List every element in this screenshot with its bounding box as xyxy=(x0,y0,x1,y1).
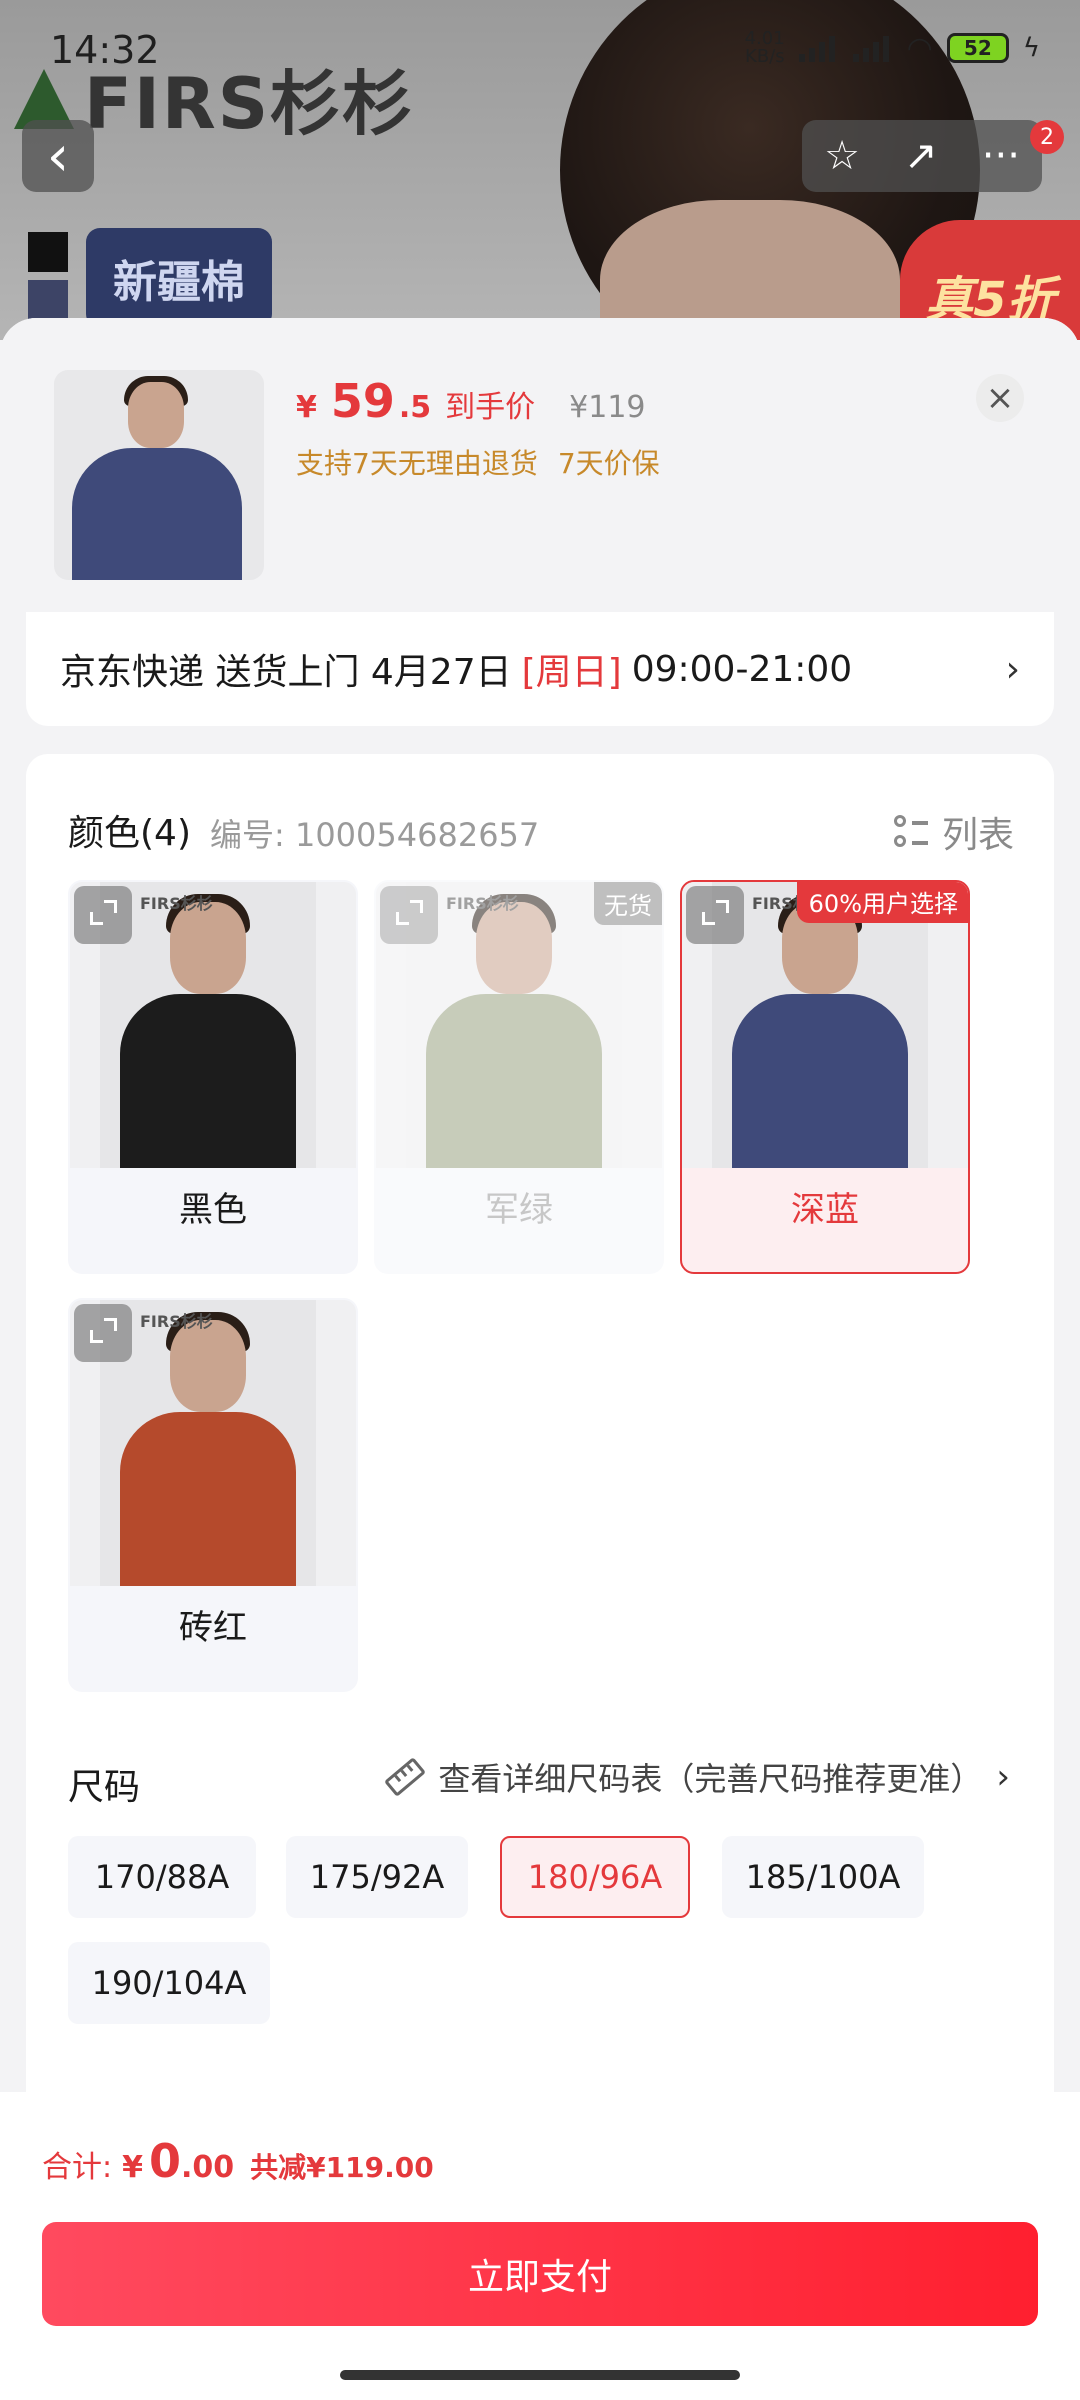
signal-icon xyxy=(852,34,893,62)
material-tag: 新疆棉 xyxy=(86,228,272,328)
battery-icon: 52 xyxy=(946,33,1009,63)
total-currency: ¥ xyxy=(122,2150,143,2185)
expand-icon[interactable] xyxy=(686,886,744,944)
total-summary: 合计: ¥ 0 .00 共减¥119.00 xyxy=(42,2134,434,2188)
sheet-header: ¥ 59 .5 到手价 ¥119 支持7天无理由退货 7天价保 × xyxy=(0,318,1080,618)
pay-now-button[interactable]: 立即支付 xyxy=(42,2222,1038,2326)
out-of-stock-badge: 无货 xyxy=(594,882,662,925)
wifi-icon: ◠ xyxy=(906,30,933,66)
share-icon[interactable]: ↗ xyxy=(904,133,938,179)
expand-icon[interactable] xyxy=(74,886,132,944)
charging-icon: ϟ xyxy=(1022,33,1040,63)
size-section-title: 尺码 xyxy=(68,1767,141,1808)
status-bar: 14:32 4.01 KB/s ◠ 52 ϟ xyxy=(0,0,1080,96)
favorite-star-icon[interactable]: ☆ xyxy=(824,133,860,179)
color-name: 深蓝 xyxy=(791,1190,859,1230)
color-photo: FIRS杉杉 xyxy=(682,882,968,1168)
price-line: ¥ 59 .5 到手价 ¥119 xyxy=(296,374,646,428)
swatch-strip xyxy=(28,232,68,328)
signal-icon xyxy=(798,34,839,62)
size-option-185[interactable]: 185/100A xyxy=(722,1836,924,1918)
size-option-170[interactable]: 170/88A xyxy=(68,1836,256,1918)
more-icon[interactable]: ··· xyxy=(982,133,1020,179)
price-integer: 59 xyxy=(330,374,395,428)
net-speed: 4.01 KB/s xyxy=(744,28,785,67)
list-icon xyxy=(893,815,928,849)
size-option-175[interactable]: 175/92A xyxy=(286,1836,468,1918)
checkout-footer: 合计: ¥ 0 .00 共减¥119.00 立即支付 xyxy=(0,2092,1080,2400)
delivery-text: 京东快递 送货上门 4月27日 xyxy=(60,652,512,693)
close-button[interactable]: × xyxy=(976,374,1024,422)
price-protection: 7天价保 xyxy=(557,447,660,480)
color-option-army-green[interactable]: FIRS杉杉 无货 军绿 xyxy=(374,880,664,1274)
message-badge: 2 xyxy=(1030,120,1064,154)
back-button[interactable]: ‹ xyxy=(22,120,94,192)
color-photo: FIRS杉杉 xyxy=(70,1300,356,1586)
chevron-right-icon: › xyxy=(996,1757,1010,1797)
size-option-190[interactable]: 190/104A xyxy=(68,1942,270,2024)
close-icon: × xyxy=(985,378,1015,418)
ruler-icon xyxy=(384,1757,427,1797)
size-option-180[interactable]: 180/96A xyxy=(500,1836,690,1918)
price-decimal: .5 xyxy=(398,390,432,425)
color-section-title: 颜色(4) xyxy=(68,813,191,854)
expand-icon[interactable] xyxy=(380,886,438,944)
total-discount: 共减¥119.00 xyxy=(250,2151,434,2184)
total-integer: 0 xyxy=(148,2134,181,2188)
home-indicator[interactable] xyxy=(340,2370,740,2380)
delivery-info-row[interactable]: 京东快递 送货上门 4月27日 [周日] 09:00-21:00 › xyxy=(26,612,1054,726)
status-time: 14:32 xyxy=(50,28,160,72)
expand-icon[interactable] xyxy=(74,1304,132,1362)
sku-code: 编号: 100054682657 xyxy=(210,816,540,854)
list-view-toggle[interactable]: 列表 xyxy=(893,806,1014,858)
color-option-black[interactable]: FIRS杉杉 黑色 xyxy=(68,880,358,1274)
service-promises: 支持7天无理由退货 7天价保 xyxy=(296,442,660,482)
popular-choice-badge: 60%用户选择 xyxy=(796,882,968,923)
return-policy: 支持7天无理由退货 xyxy=(296,447,538,480)
final-price-label: 到手价 xyxy=(445,390,536,425)
chevron-left-icon: ‹ xyxy=(46,123,70,189)
total-label: 合计: xyxy=(42,2150,113,2185)
total-decimal: .00 xyxy=(181,2150,235,2185)
size-chart-link[interactable]: 查看详细尺码表（完善尺码推荐更准） › xyxy=(384,1754,1010,1800)
delivery-time: 09:00-21:00 xyxy=(631,648,853,690)
color-option-navy[interactable]: FIRS杉杉 60%用户选择 深蓝 xyxy=(680,880,970,1274)
delivery-day: [周日] xyxy=(521,652,622,693)
original-price: ¥119 xyxy=(569,390,646,425)
color-photo: FIRS杉杉 xyxy=(70,882,356,1168)
color-name: 军绿 xyxy=(485,1190,553,1230)
color-option-brick-red[interactable]: FIRS杉杉 砖红 xyxy=(68,1298,358,1692)
chevron-right-icon: › xyxy=(1005,648,1020,690)
status-icons: 4.01 KB/s ◠ 52 ϟ xyxy=(745,30,1040,66)
color-name: 黑色 xyxy=(179,1190,247,1230)
price-currency: ¥ xyxy=(296,390,317,425)
product-thumbnail xyxy=(54,370,264,580)
top-action-bar: ☆ ↗ ··· xyxy=(802,120,1042,192)
color-name: 砖红 xyxy=(179,1608,247,1648)
spec-panel: 颜色(4) 编号: 100054682657 列表 FIRS杉杉 黑色 FIRS… xyxy=(26,754,1054,2154)
